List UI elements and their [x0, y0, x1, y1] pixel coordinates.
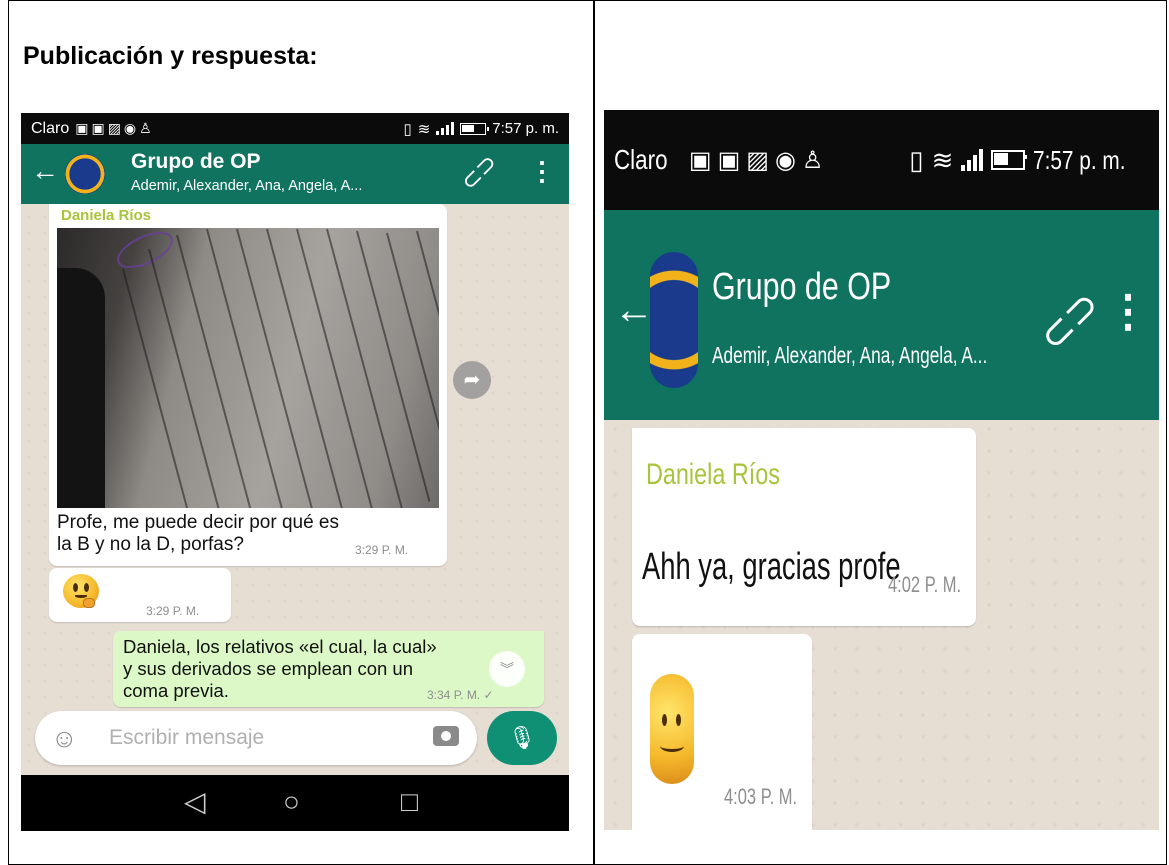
- message-caption-line: Profe, me puede decir por qué es: [57, 512, 340, 533]
- forward-icon[interactable]: ➦: [453, 361, 491, 399]
- right-phone-screenshot: Claro ▣▣▨◉♙ ▯ ≋ 7:57 p. m. ← Grupo de OP…: [604, 110, 1159, 830]
- carrier-label: Claro: [31, 119, 70, 137]
- paperclip-icon[interactable]: ⊂⊃: [1030, 281, 1110, 361]
- message-time: 4:02 P. M.: [888, 572, 962, 597]
- document-heading: Publicación y respuesta:: [23, 42, 318, 70]
- message-time: 3:29 P. M.: [146, 604, 200, 618]
- vibrate-icon: ▯: [403, 120, 412, 138]
- message-text: Ahh ya, gracias profe: [642, 546, 901, 588]
- emoji-icon[interactable]: ☺: [51, 723, 78, 753]
- chat-title[interactable]: Grupo de OP: [712, 266, 891, 309]
- message-time: 3:34 P. M. ✓: [427, 688, 494, 702]
- notification-icons: ▣▣▨◉♙: [688, 146, 830, 174]
- signal-icon: [961, 149, 984, 171]
- carrier-label: Claro: [614, 144, 668, 175]
- status-time: 7:57 p. m.: [1033, 144, 1126, 175]
- chat-participants[interactable]: Ademir, Alexander, Ana, Angela, A...: [712, 342, 987, 369]
- message-input-placeholder: Escribir mensaje: [109, 726, 265, 749]
- message-time: 3:29 P. M.: [355, 543, 409, 557]
- more-vert-icon[interactable]: ⋮: [529, 158, 555, 184]
- message-bubble-image[interactable]: Daniela Ríos Profe, me puede decir por q…: [49, 204, 447, 566]
- group-avatar[interactable]: [63, 152, 107, 196]
- chat-header: ← Grupo de OP Ademir, Alexander, Ana, An…: [604, 210, 1159, 420]
- message-bubble-emoji[interactable]: 3:29 P. M.: [49, 568, 231, 622]
- table-cell-divider: [593, 0, 595, 865]
- message-text-line: coma previa.: [123, 680, 229, 701]
- android-nav-bar: ◁ ○ □: [21, 775, 569, 831]
- vibrate-icon: ▯: [909, 144, 924, 175]
- message-text-line: y sus derivados se emplean con un: [123, 658, 414, 679]
- message-time: 4:03 P. M.: [724, 784, 798, 809]
- message-caption-line: la B y no la D, porfas?: [57, 534, 244, 555]
- message-sender: Daniela Ríos: [61, 207, 152, 224]
- message-bubble-emoji[interactable]: 4:03 P. M.: [632, 634, 812, 830]
- smiling-face-icon: [650, 674, 694, 784]
- message-bubble-text[interactable]: Daniela Ríos Ahh ya, gracias profe 4:02 …: [632, 428, 976, 626]
- arrow-left-icon[interactable]: ←: [31, 156, 59, 186]
- message-text-line: Daniela, los relativos «el cual, la cual…: [123, 636, 437, 657]
- wifi-icon: ≋: [417, 120, 431, 138]
- more-vert-icon[interactable]: ⋮: [1106, 290, 1150, 334]
- notification-icons: ▣▣▨◉♙: [75, 120, 155, 136]
- wifi-icon: ≋: [931, 144, 954, 175]
- signal-icon: [436, 122, 455, 135]
- status-time: 7:57 p. m.: [492, 120, 559, 137]
- left-phone-screenshot: Claro ▣▣▨◉♙ ▯ ≋ 7:57 p. m. ← Grupo de OP…: [21, 113, 569, 831]
- thinking-face-icon: [63, 574, 99, 608]
- message-photo[interactable]: [57, 228, 439, 508]
- camera-icon[interactable]: [433, 726, 459, 746]
- status-bar: Claro ▣▣▨◉♙ ▯ ≋ 7:57 p. m.: [604, 110, 1159, 210]
- battery-icon: [991, 150, 1028, 170]
- chat-title[interactable]: Grupo de OP: [131, 150, 261, 174]
- message-bubble-outgoing[interactable]: Daniela, los relativos «el cual, la cual…: [113, 631, 544, 707]
- message-sender: Daniela Ríos: [646, 458, 780, 491]
- chat-participants[interactable]: Ademir, Alexander, Ana, Angela, A...: [131, 178, 362, 194]
- battery-icon: [460, 122, 490, 135]
- status-bar: Claro ▣▣▨◉♙ ▯ ≋ 7:57 p. m.: [21, 113, 569, 144]
- nav-recents-icon[interactable]: □: [401, 785, 418, 819]
- scroll-down-button[interactable]: ︾: [489, 651, 525, 687]
- chat-header: ← Grupo de OP Ademir, Alexander, Ana, An…: [21, 144, 569, 204]
- paperclip-icon[interactable]: ⊂⊃: [455, 148, 504, 197]
- microphone-button[interactable]: 🎙: [487, 711, 557, 765]
- group-avatar[interactable]: [648, 250, 700, 390]
- nav-home-icon[interactable]: ○: [283, 785, 300, 819]
- message-input[interactable]: ☺ Escribir mensaje: [35, 711, 477, 765]
- nav-back-icon[interactable]: ◁: [184, 785, 206, 819]
